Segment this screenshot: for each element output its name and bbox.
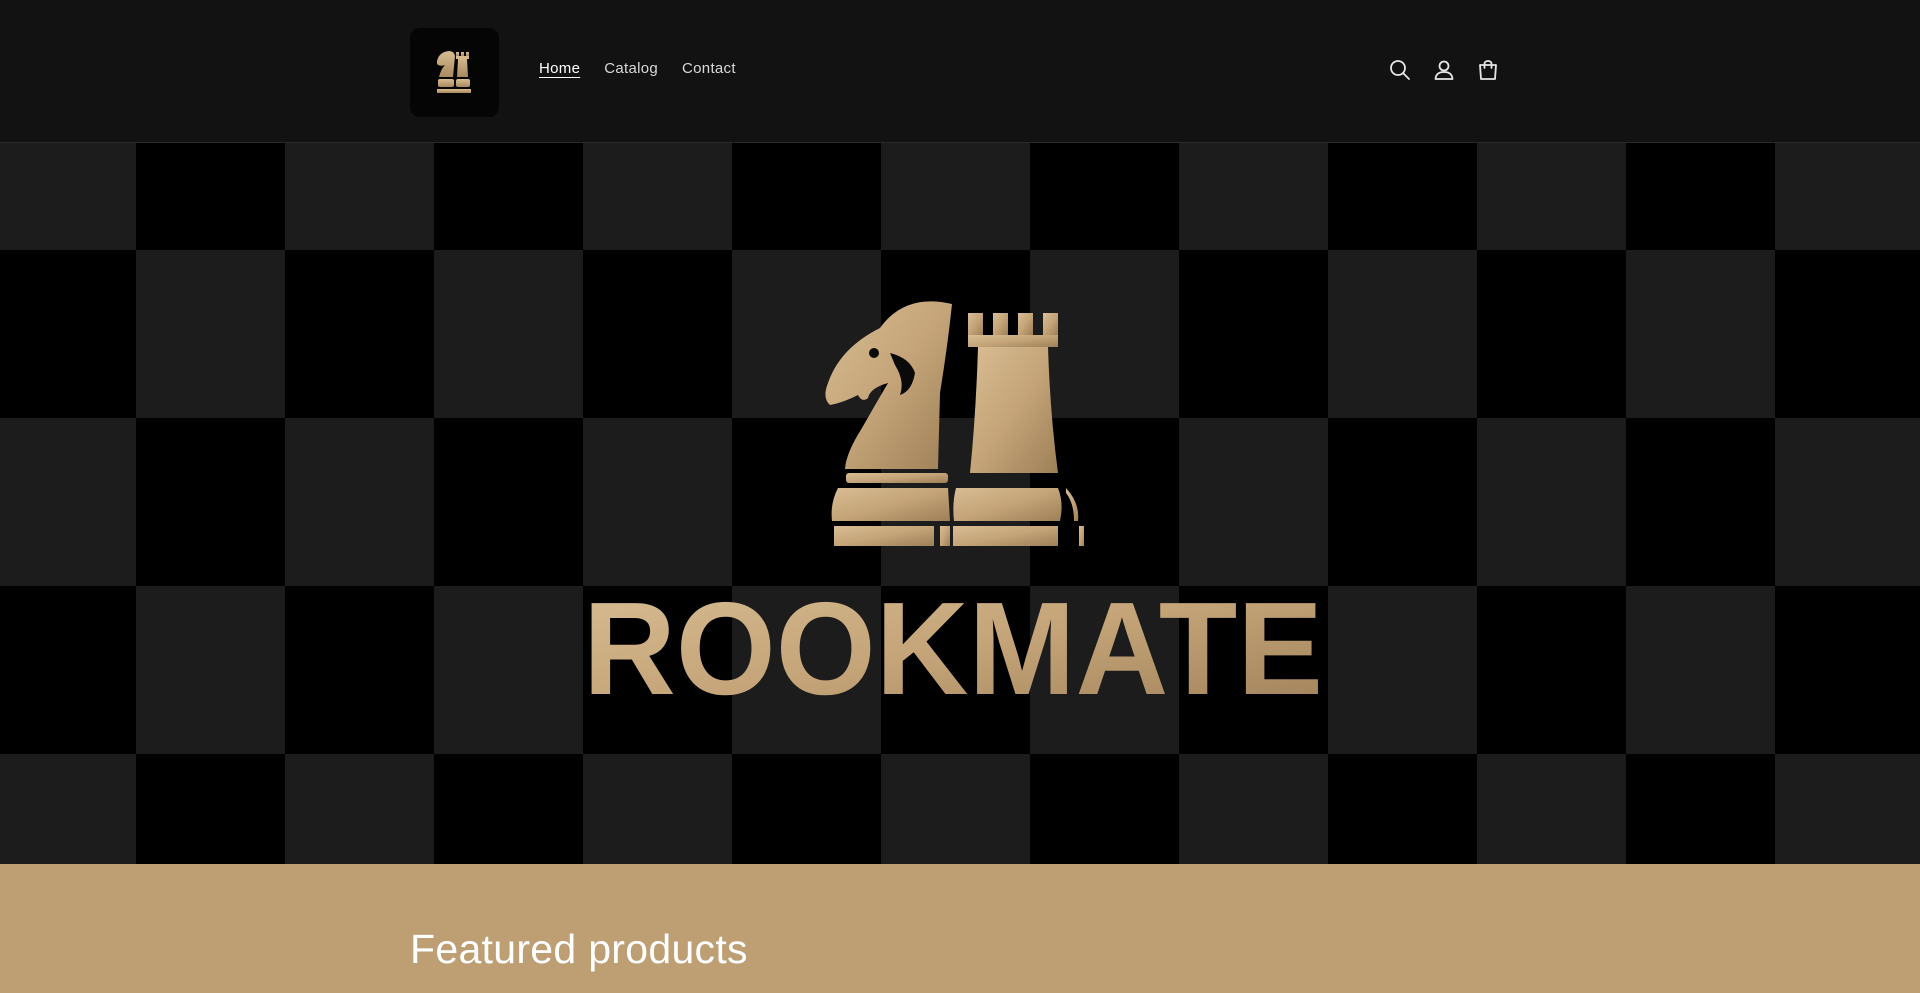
nav-home[interactable]: Home (527, 60, 592, 77)
account-button[interactable] (1430, 56, 1458, 84)
cart-button[interactable] (1474, 56, 1502, 84)
rookmate-brand-image: ROOKMATE (583, 301, 1323, 722)
nav-contact[interactable]: Contact (670, 60, 748, 77)
section-title: Featured products (410, 926, 748, 972)
nav-catalog[interactable]: Catalog (592, 60, 670, 77)
rook-icon (953, 313, 1084, 546)
search-icon (1390, 60, 1410, 80)
knight-icon (825, 301, 952, 546)
main-nav: Home Catalog Contact (527, 60, 748, 77)
account-icon (1434, 60, 1454, 80)
search-button[interactable] (1386, 56, 1414, 84)
site-header: Home Catalog Contact (0, 0, 1920, 143)
hero-banner: ROOKMATE (0, 143, 1920, 864)
brand-wordmark: ROOKMATE (583, 575, 1323, 722)
logo[interactable] (410, 28, 499, 117)
cart-icon (1479, 60, 1497, 80)
rookmate-logo-icon (436, 50, 471, 93)
header-icons (1386, 56, 1502, 84)
featured-products-section: Featured products (0, 864, 1920, 993)
